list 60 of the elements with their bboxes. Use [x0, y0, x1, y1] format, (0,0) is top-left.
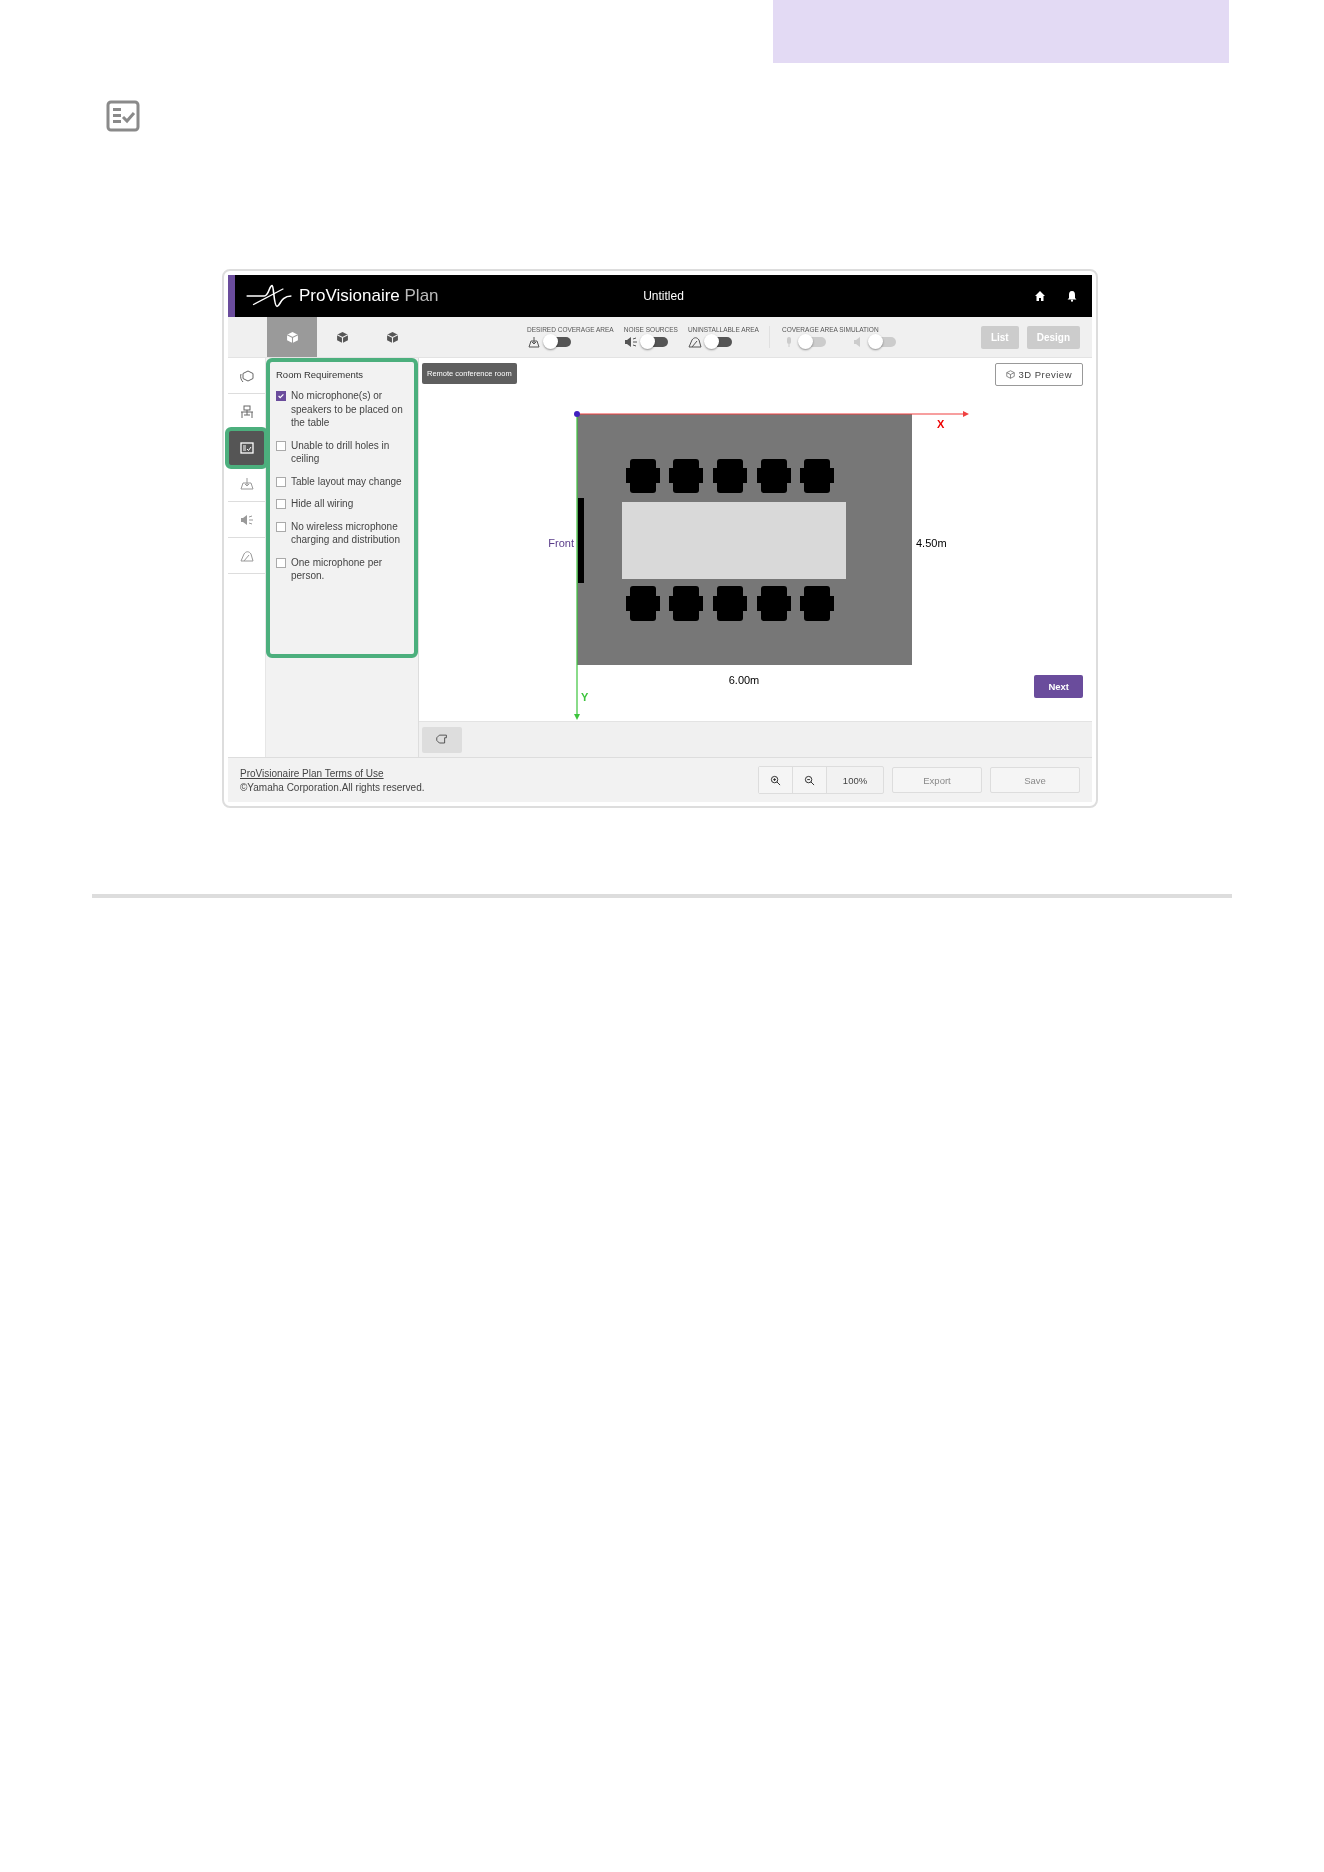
cube-icon [335, 330, 349, 344]
brand-name: ProVisionaire Plan [299, 286, 439, 306]
panel-title: Room Requirements [276, 369, 365, 380]
requirement-label: No wireless microphone charging and distribution [291, 519, 401, 547]
zoom-in-button[interactable] [759, 767, 793, 793]
zoom-out-icon [804, 774, 815, 786]
checkbox[interactable] [276, 499, 286, 509]
requirement-label: No microphone(s) or speakers to be placed on the table [291, 389, 404, 430]
area-icon [527, 336, 541, 348]
chair[interactable] [713, 586, 747, 621]
terms-link[interactable]: ProVisionaire Plan Terms of Use [240, 767, 425, 779]
toggle-switch[interactable] [641, 337, 668, 347]
gauge-icon [687, 336, 702, 348]
requirement-label: Table layout may change [291, 474, 402, 488]
checkbox[interactable] [276, 557, 286, 568]
checklist-icon [106, 100, 140, 132]
hand-tool-button[interactable] [422, 726, 462, 753]
table-icon [238, 403, 255, 420]
cube-icon [285, 330, 299, 344]
view-tab[interactable] [267, 317, 317, 357]
chair[interactable] [669, 586, 703, 621]
home-icon[interactable] [1034, 290, 1046, 302]
depth-dimension: 4.50m [916, 537, 947, 549]
area-icon [238, 475, 255, 492]
checkbox[interactable] [276, 440, 286, 451]
checklist-icon [238, 439, 255, 456]
bell-icon[interactable] [1066, 290, 1078, 302]
y-axis-label: Y [581, 691, 589, 703]
document-title: Untitled [643, 289, 684, 303]
copyright-text: ©Yamaha Corporation.All rights reserved. [240, 781, 425, 793]
x-axis-label: X [937, 418, 945, 430]
hand-icon [435, 734, 449, 745]
zoom-level: 100% [841, 773, 869, 788]
front-label: Front [548, 537, 574, 549]
toggle-switch[interactable] [545, 337, 571, 347]
requirement-label: Unable to drill holes in ceiling [291, 438, 391, 466]
requirement-label: One microphone per person. [291, 555, 384, 583]
chair[interactable] [800, 459, 834, 493]
requirement-label: Hide all wiring [291, 497, 354, 511]
cube-icon [1006, 370, 1016, 379]
chair[interactable] [800, 586, 834, 621]
logo-icon [245, 283, 293, 309]
chair[interactable] [757, 459, 791, 493]
next-button[interactable]: Next [1034, 675, 1083, 698]
width-dimension: 6.00m [728, 674, 760, 686]
chair[interactable] [626, 459, 660, 493]
checkbox[interactable] [276, 391, 286, 401]
checkbox[interactable] [276, 476, 286, 487]
chair[interactable] [713, 459, 747, 493]
cube-icon [385, 330, 399, 344]
zoom-in-icon [770, 774, 781, 786]
checkbox[interactable] [276, 521, 286, 532]
speaker-noise-icon [623, 336, 638, 348]
chair[interactable] [626, 586, 660, 621]
side-tool[interactable] [228, 430, 265, 466]
chair[interactable] [757, 586, 791, 621]
preview-button[interactable]: 3D Preview [995, 363, 1083, 386]
chair[interactable] [669, 459, 703, 493]
toggle-switch[interactable] [705, 337, 732, 347]
origin-point [574, 411, 580, 417]
